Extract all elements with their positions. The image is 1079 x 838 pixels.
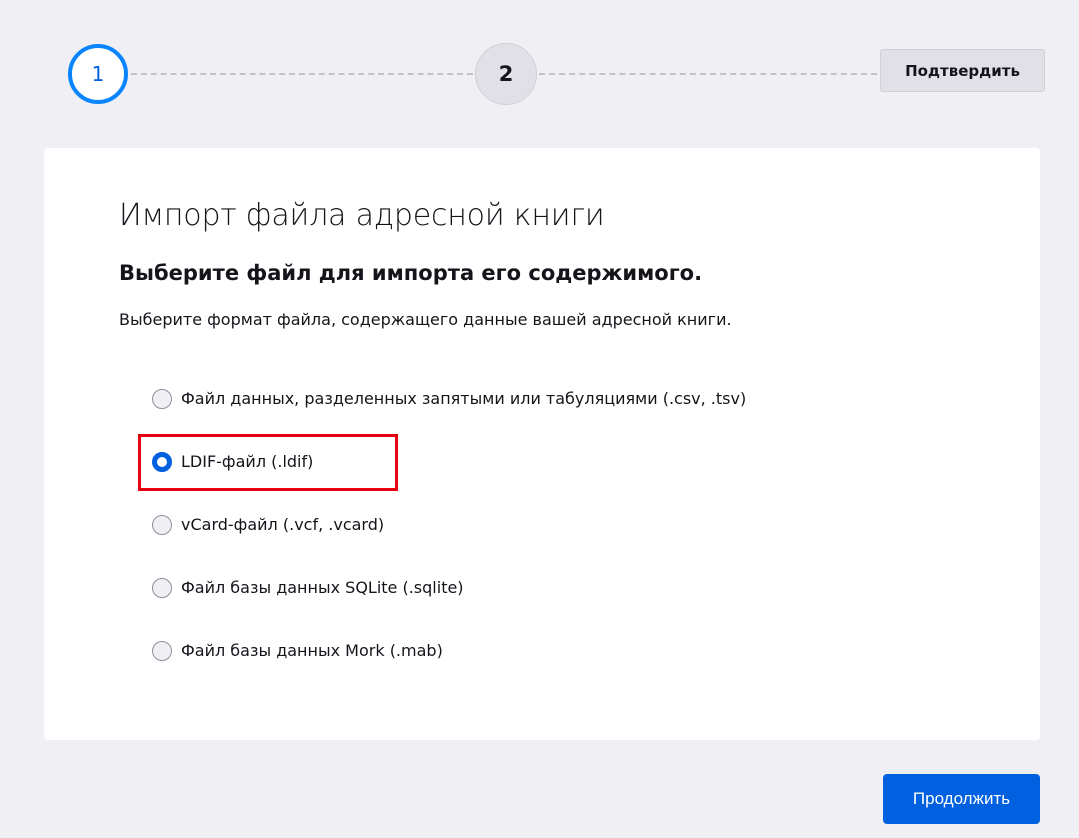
radio-button-selected[interactable]: [152, 452, 172, 472]
import-dialog: 1 2 Подтвердить Импорт файла адресной кн…: [0, 0, 1079, 838]
import-card: Импорт файла адресной книги Выберите фай…: [44, 148, 1040, 740]
page-subtitle: Выберите файл для импорта его содержимог…: [119, 261, 703, 285]
page-title: Импорт файла адресной книги: [119, 198, 605, 233]
step-2-number: 2: [498, 62, 514, 86]
option-label: LDIF-файл (.ldif): [181, 452, 314, 471]
step-2-indicator: 2: [475, 43, 537, 105]
option-label: Файл базы данных Mork (.mab): [181, 641, 443, 660]
wizard-stepper: 1 2 Подтвердить: [0, 0, 1079, 145]
continue-button[interactable]: Продолжить: [883, 774, 1040, 824]
option-sqlite[interactable]: Файл базы данных SQLite (.sqlite): [152, 572, 972, 635]
option-label: Файл данных, разделенных запятыми или та…: [181, 389, 747, 408]
radio-button[interactable]: [152, 641, 172, 661]
option-label: Файл базы данных SQLite (.sqlite): [181, 578, 464, 597]
option-mork[interactable]: Файл базы данных Mork (.mab): [152, 635, 972, 698]
step-1-indicator: 1: [68, 44, 128, 104]
page-description: Выберите формат файла, содержащего данны…: [119, 310, 732, 329]
radio-button[interactable]: [152, 578, 172, 598]
format-options: Файл данных, разделенных запятыми или та…: [138, 383, 972, 698]
option-label: vCard-файл (.vcf, .vcard): [181, 515, 385, 534]
option-ldif[interactable]: LDIF-файл (.ldif): [138, 434, 972, 509]
step-connector: [539, 73, 877, 75]
step-connector: [131, 73, 473, 75]
step-1-number: 1: [91, 62, 105, 86]
option-csv[interactable]: Файл данных, разделенных запятыми или та…: [152, 383, 972, 446]
radio-button[interactable]: [152, 389, 172, 409]
radio-button[interactable]: [152, 515, 172, 535]
confirm-step-label: Подтвердить: [905, 61, 1020, 80]
option-vcard[interactable]: vCard-файл (.vcf, .vcard): [152, 509, 972, 572]
confirm-step-indicator: Подтвердить: [880, 49, 1045, 92]
